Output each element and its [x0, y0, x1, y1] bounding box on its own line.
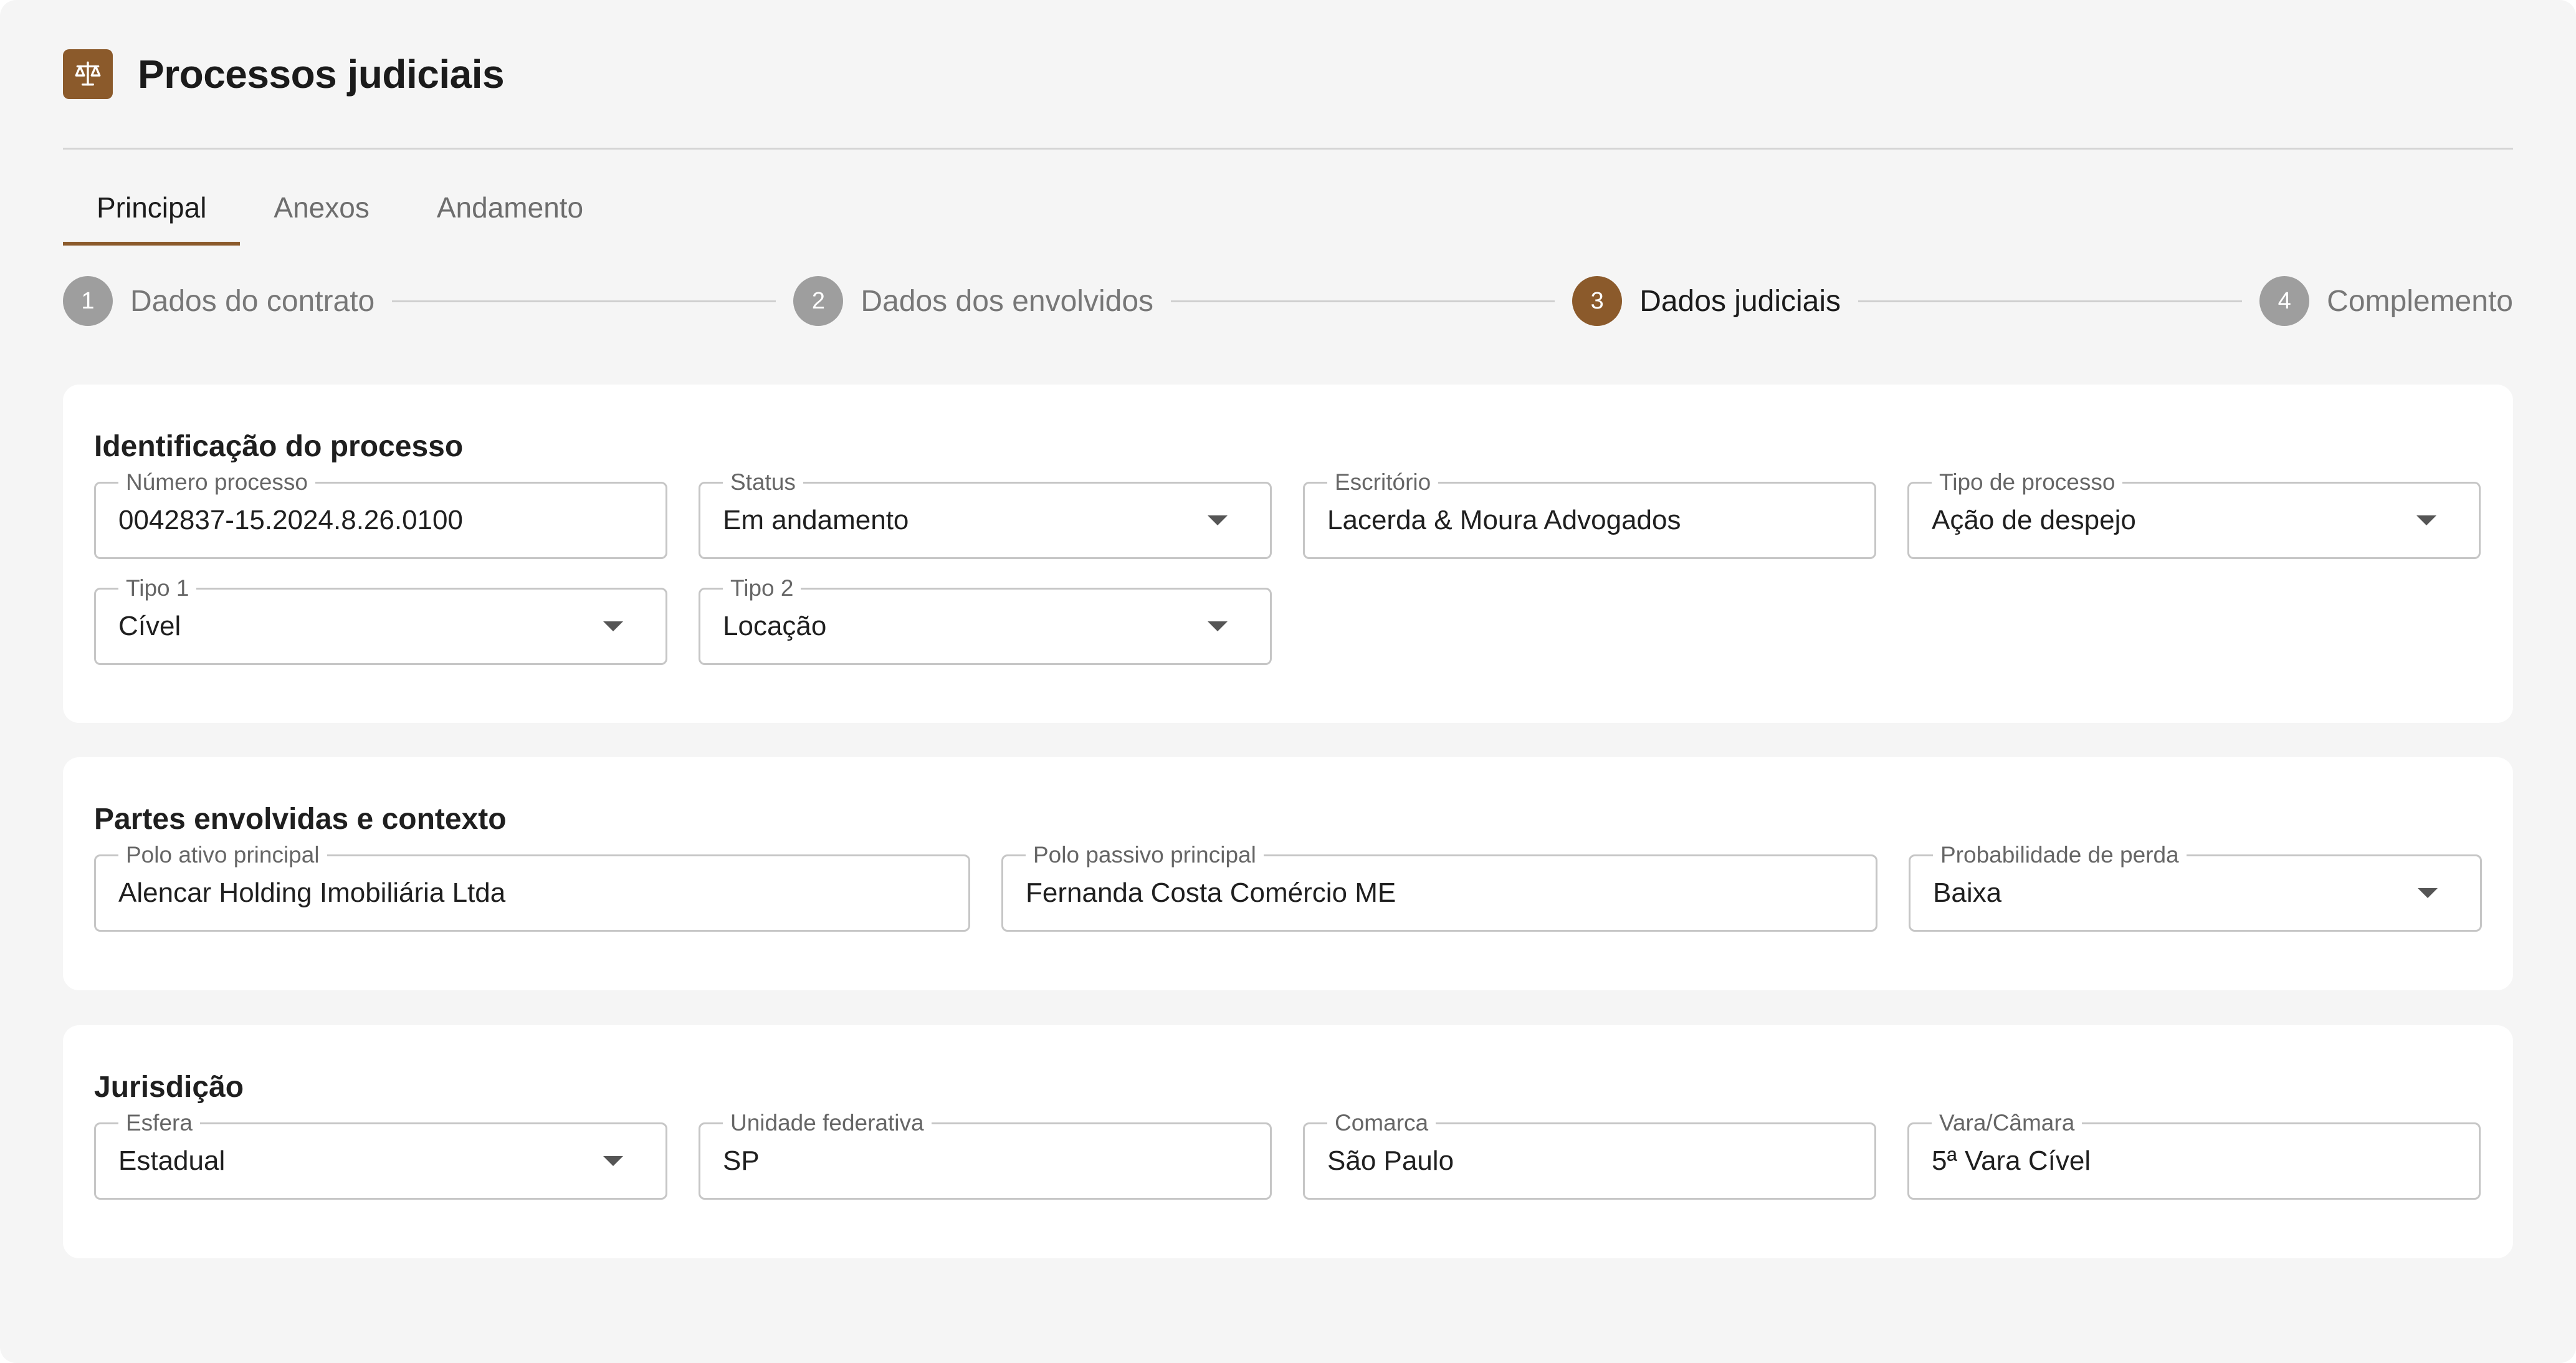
step-connector — [392, 300, 776, 302]
field-value: Cível — [118, 611, 181, 641]
numero-processo-field[interactable]: Número processo 0042837-15.2024.8.26.010… — [94, 470, 667, 559]
field-value: 5ª Vara Cível — [1932, 1145, 2091, 1176]
field-value: Fernanda Costa Comércio ME — [1026, 878, 1396, 908]
step-number: 2 — [793, 276, 844, 326]
caret-down-icon — [2418, 888, 2438, 898]
section-title: Partes envolvidas e contexto — [94, 803, 507, 836]
step-number: 1 — [63, 276, 113, 326]
vara-camara-field[interactable]: Vara/Câmara 5ª Vara Cível — [1907, 1111, 2481, 1200]
polo-ativo-field[interactable]: Polo ativo principal Alencar Holding Imo… — [94, 843, 970, 932]
card-partes: Partes envolvidas e contexto Polo ativo … — [63, 757, 2513, 990]
field-value: São Paulo — [1327, 1145, 1454, 1176]
scale-balance-icon — [63, 49, 113, 99]
step-connector — [1171, 300, 1555, 302]
step-dados-contrato[interactable]: 1 Dados do contrato — [63, 276, 374, 326]
step-complemento[interactable]: 4 Complemento — [2259, 276, 2513, 326]
section-title: Jurisdição — [94, 1071, 244, 1104]
tab-bar: Principal Anexos Andamento — [63, 188, 2513, 246]
field-value: Alencar Holding Imobiliária Ltda — [118, 878, 506, 908]
tipo1-select[interactable]: Tipo 1 Cível — [94, 576, 667, 665]
escritorio-field[interactable]: Escritório Lacerda & Moura Advogados — [1303, 470, 1876, 559]
esfera-select[interactable]: Esfera Estadual — [94, 1111, 667, 1200]
caret-down-icon — [1208, 621, 1228, 631]
caret-down-icon — [2416, 515, 2436, 525]
step-label: Dados judiciais — [1639, 284, 1841, 318]
status-select[interactable]: Status Em andamento — [699, 470, 1272, 559]
tab-anexos[interactable]: Anexos — [240, 188, 403, 246]
field-value: Baixa — [1933, 878, 2002, 908]
caret-down-icon — [603, 621, 623, 631]
stepper: 1 Dados do contrato 2 Dados dos envolvid… — [63, 273, 2513, 329]
step-number: 3 — [1572, 276, 1623, 326]
unidade-federativa-field[interactable]: Unidade federativa SP — [699, 1111, 1272, 1200]
card-identificacao: Identificação do processo Número process… — [63, 385, 2513, 723]
field-value: Em andamento — [723, 505, 909, 535]
app-window: Processos judiciais Principal Anexos And… — [0, 0, 2576, 1363]
field-value: Estadual — [118, 1145, 226, 1176]
step-dados-envolvidos[interactable]: 2 Dados dos envolvidos — [793, 276, 1153, 326]
section-title: Identificação do processo — [94, 430, 464, 463]
caret-down-icon — [603, 1156, 623, 1166]
page-title: Processos judiciais — [138, 51, 505, 97]
step-number: 4 — [2259, 276, 2310, 326]
tab-andamento[interactable]: Andamento — [403, 188, 617, 246]
field-value: Ação de despejo — [1932, 505, 2136, 535]
step-label: Dados do contrato — [130, 284, 375, 318]
comarca-field[interactable]: Comarca São Paulo — [1303, 1111, 1876, 1200]
tipo-processo-select[interactable]: Tipo de processo Ação de despejo — [1907, 470, 2481, 559]
field-value: 0042837-15.2024.8.26.0100 — [118, 505, 463, 535]
field-value: Locação — [723, 611, 827, 641]
step-label: Dados dos envolvidos — [861, 284, 1154, 318]
card-jurisdicao: Jurisdição Esfera Estadual Unidade feder… — [63, 1025, 2513, 1258]
page-header: Processos judiciais — [63, 0, 2513, 150]
tab-principal[interactable]: Principal — [63, 188, 241, 246]
field-value: Lacerda & Moura Advogados — [1327, 505, 1681, 535]
step-connector — [1858, 300, 2243, 302]
probabilidade-perda-select[interactable]: Probabilidade de perda Baixa — [1909, 843, 2482, 932]
tipo2-select[interactable]: Tipo 2 Locação — [699, 576, 1272, 665]
field-value: SP — [723, 1145, 760, 1176]
step-dados-judiciais[interactable]: 3 Dados judiciais — [1572, 276, 1841, 326]
caret-down-icon — [1208, 515, 1228, 525]
step-label: Complemento — [2327, 284, 2513, 318]
polo-passivo-field[interactable]: Polo passivo principal Fernanda Costa Co… — [1001, 843, 1877, 932]
